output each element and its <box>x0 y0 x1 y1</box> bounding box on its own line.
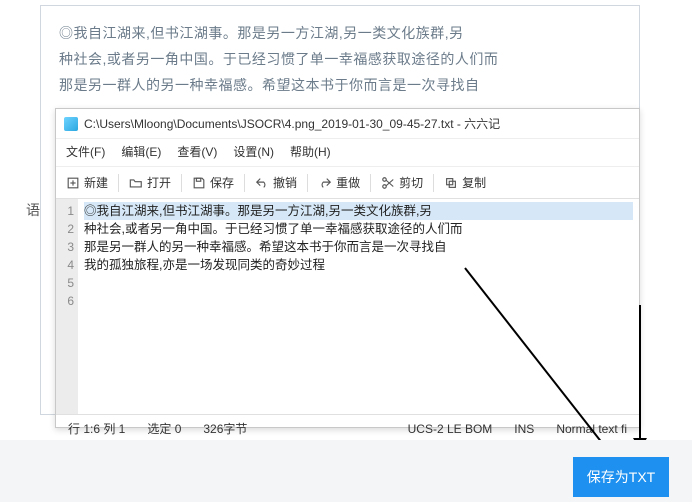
menu-edit[interactable]: 编辑(E) <box>121 143 161 160</box>
menu-file[interactable]: 文件(F) <box>66 143 105 160</box>
menu-view[interactable]: 查看(V) <box>177 143 217 160</box>
save-as-txt-button[interactable]: 保存为TXT <box>573 457 669 497</box>
open-button[interactable]: 打开 <box>123 171 177 194</box>
menubar: 文件(F) 编辑(E) 查看(V) 设置(N) 帮助(H) <box>56 139 639 167</box>
bg-line: 种社会,或者另一角中国。于已经习惯了单一幸福感获取途径的人们而 <box>59 46 621 72</box>
divider <box>118 174 119 192</box>
titlebar[interactable]: C:\Users\Mloong\Documents\JSOCR\4.png_20… <box>56 109 639 139</box>
editor-content[interactable]: 123456 ◎我自江湖来,但书江湖事。那是另一方江湖,另一类文化族群,另 种社… <box>56 199 639 414</box>
status-pos: 行 1:6 列 1 <box>68 420 125 437</box>
code-line: ◎我自江湖来,但书江湖事。那是另一方江湖,另一类文化族群,另 <box>84 202 633 220</box>
status-lang: Normal text fi <box>556 422 627 436</box>
code-line: 我的孤独旅程,亦是一场发现同类的奇妙过程 <box>84 256 633 274</box>
cut-button[interactable]: 剪切 <box>375 171 429 194</box>
scissors-icon <box>381 176 395 190</box>
divider <box>244 174 245 192</box>
status-sel: 选定 0 <box>147 420 181 437</box>
text-editor-window: C:\Users\Mloong\Documents\JSOCR\4.png_20… <box>55 108 640 428</box>
new-button[interactable]: 新建 <box>60 171 114 194</box>
app-icon <box>64 117 78 131</box>
undo-icon <box>255 176 269 190</box>
copy-icon <box>444 176 458 190</box>
bg-line: ◎我自江湖来,但书江湖事。那是另一方江湖,另一类文化族群,另 <box>59 20 621 46</box>
code-line: 那是另一群人的另一种幸福感。希望这本书于你而言是一次寻找自 <box>84 238 633 256</box>
status-encoding: UCS-2 LE BOM <box>408 422 493 436</box>
divider <box>181 174 182 192</box>
status-mode: INS <box>514 422 534 436</box>
menu-help[interactable]: 帮助(H) <box>290 143 331 160</box>
divider <box>307 174 308 192</box>
code-line: 种社会,或者另一角中国。于已经习惯了单一幸福感获取途径的人们而 <box>84 220 633 238</box>
sidebar-label: 语 <box>26 200 40 220</box>
statusbar: 行 1:6 列 1 选定 0 326字节 UCS-2 LE BOM INS No… <box>56 414 639 442</box>
redo-button[interactable]: 重做 <box>312 171 366 194</box>
line-gutter: 123456 <box>56 199 78 414</box>
divider <box>433 174 434 192</box>
save-icon <box>192 176 206 190</box>
code-area[interactable]: ◎我自江湖来,但书江湖事。那是另一方江湖,另一类文化族群,另 种社会,或者另一角… <box>78 199 639 414</box>
new-icon <box>66 176 80 190</box>
redo-icon <box>318 176 332 190</box>
status-bytes: 326字节 <box>203 420 247 437</box>
menu-settings[interactable]: 设置(N) <box>233 143 274 160</box>
save-button[interactable]: 保存 <box>186 171 240 194</box>
window-title: C:\Users\Mloong\Documents\JSOCR\4.png_20… <box>84 115 500 132</box>
toolbar: 新建 打开 保存 撤销 重做 剪切 复制 <box>56 167 639 199</box>
copy-button[interactable]: 复制 <box>438 171 492 194</box>
bg-line: 那是另一群人的另一种幸福感。希望这本书于你而言是一次寻找自 <box>59 72 621 98</box>
folder-icon <box>129 176 143 190</box>
undo-button[interactable]: 撤销 <box>249 171 303 194</box>
divider <box>370 174 371 192</box>
